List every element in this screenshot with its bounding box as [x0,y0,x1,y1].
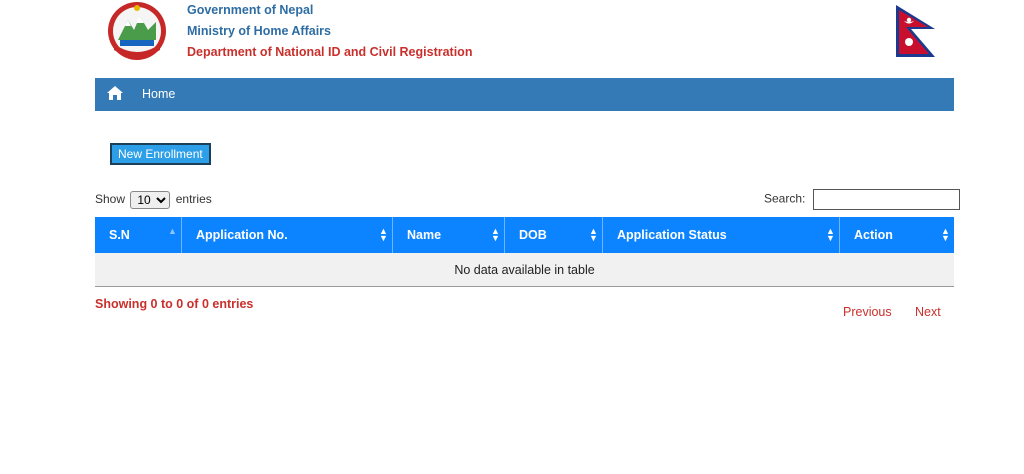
applications-table: S.N ▲ Application No. ▲ ▼ Name ▲ ▼ DOB ▲ ▼ … [95,217,954,287]
column-header-sn[interactable]: S.N ▲ [95,217,182,253]
table-info: Showing 0 to 0 of 0 entries [95,297,254,311]
column-header-application-no[interactable]: Application No. ▲ ▼ [181,217,393,253]
sort-icon: ▲ [168,226,177,236]
site-header: Government of Nepal Ministry of Home Aff… [0,0,1024,70]
entries-label: entries [175,192,212,207]
sort-icon: ▲ ▼ [379,226,388,243]
sort-icon: ▲ ▼ [826,226,835,243]
header-government: Government of Nepal [187,3,314,17]
new-enrollment-button[interactable]: New Enrollment [110,143,211,165]
table-row: No data available in table [95,253,954,287]
search-label: Search: [764,191,806,206]
entries-length-control: Show 10 entries [95,191,212,209]
nav-home-link[interactable]: Home [142,87,175,101]
entries-length-select[interactable]: 10 [130,191,171,209]
column-header-dob[interactable]: DOB ▲ ▼ [504,217,603,253]
main-navbar: Home [95,78,954,111]
sort-icon: ▲ ▼ [589,226,598,243]
table-search-control: Search: [764,189,960,210]
search-input[interactable] [812,189,960,210]
sort-icon: ▲ ▼ [491,226,500,243]
sort-icon: ▲ ▼ [941,226,950,243]
show-label: Show [95,192,126,207]
nepal-emblem-icon [108,2,166,60]
column-header-action[interactable]: Action ▲ ▼ [839,217,954,253]
home-icon[interactable] [107,86,123,100]
table-header-row: S.N ▲ Application No. ▲ ▼ Name ▲ ▼ DOB ▲ ▼ … [95,217,954,253]
nepal-flag-icon [896,5,935,57]
header-department: Department of National ID and Civil Regi… [187,45,473,59]
empty-table-message: No data available in table [95,253,954,287]
column-header-name[interactable]: Name ▲ ▼ [392,217,505,253]
column-header-application-status[interactable]: Application Status ▲ ▼ [602,217,840,253]
header-ministry: Ministry of Home Affairs [187,24,332,38]
pagination-next[interactable]: Next [915,305,941,319]
pagination-previous[interactable]: Previous [843,305,892,319]
